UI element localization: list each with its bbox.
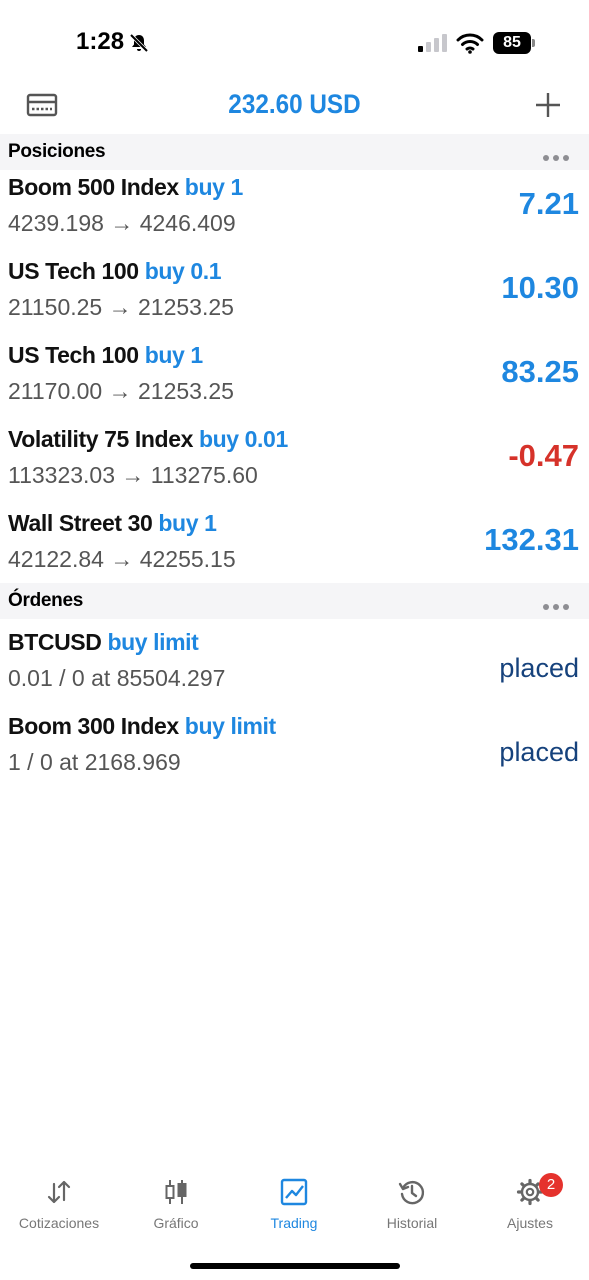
tab-grafico[interactable]: Gráfico [117, 1168, 235, 1238]
position-prices: 4239.198 → 4246.409 [8, 210, 236, 236]
order-details: 1 / 0 at 2168.969 [8, 749, 181, 775]
tab-ajustes[interactable]: 2 Ajustes [471, 1168, 589, 1238]
position-prices: 21170.00 → 21253.25 [8, 378, 234, 404]
home-indicator [190, 1263, 400, 1269]
history-clock-icon [398, 1181, 425, 1205]
position-action: buy 1 [184, 174, 243, 200]
tab-trading[interactable]: Trading [235, 1168, 353, 1238]
order-details: 0.01 / 0 at 85504.297 [8, 665, 226, 691]
top-toolbar: 232.60 USD [0, 80, 589, 132]
tab-historial[interactable]: Historial [353, 1168, 471, 1238]
order-status: placed [499, 653, 579, 683]
position-symbol: Volatility 75 Index [8, 426, 193, 452]
position-profit: 10.30 [501, 270, 579, 305]
order-symbol: BTCUSD [8, 629, 102, 655]
position-profit: -0.47 [508, 438, 579, 473]
position-prices: 42122.84 → 42255.15 [8, 546, 236, 572]
position-symbol: Boom 500 Index [8, 174, 179, 200]
position-symbol: Wall Street 30 [8, 510, 153, 536]
position-profit: 7.21 [518, 186, 579, 221]
position-action: buy 1 [158, 510, 217, 536]
order-status: placed [499, 737, 579, 767]
position-symbol: US Tech 100 [8, 342, 139, 368]
notification-badge: 2 [539, 1173, 563, 1197]
position-action: buy 0.01 [198, 426, 288, 452]
order-row[interactable]: BTCUSD buy limit 0.01 / 0 at 85504.297 pl… [0, 625, 589, 709]
order-row[interactable]: Boom 300 Index buy limit 1 / 0 at 2168.96… [0, 709, 589, 793]
account-balance: 232.60 USD [228, 89, 361, 119]
tab-label: Cotizaciones [18, 1215, 100, 1231]
status-bar: 1:28 85 [0, 0, 589, 80]
status-time: 1:28 [76, 28, 125, 55]
trading-chart-icon [280, 1178, 308, 1206]
battery-level: 85 [493, 32, 531, 54]
orders-title: Órdenes [8, 590, 83, 611]
position-profit: 132.31 [484, 522, 579, 557]
cellular-signal-icon [418, 34, 447, 52]
quotes-arrows-icon [47, 1180, 71, 1204]
order-action: buy limit [107, 629, 199, 655]
plus-icon[interactable] [534, 91, 562, 119]
position-profit: 83.25 [501, 354, 579, 389]
position-row[interactable]: US Tech 100 buy 1 21170.00 → 21253.25 83.… [0, 338, 589, 422]
more-dots-icon[interactable] [543, 597, 573, 610]
bell-muted-icon [129, 33, 149, 53]
battery-tip [532, 39, 535, 47]
position-prices: 113323.03 → 113275.60 [8, 462, 258, 488]
positions-title: Posiciones [8, 141, 106, 162]
tab-label: Ajustes [507, 1215, 553, 1231]
bottom-tab-bar: Cotizaciones Gráfico Trading Historial 2… [0, 1168, 589, 1238]
position-row[interactable]: US Tech 100 buy 0.1 21150.25 → 21253.25 1… [0, 254, 589, 338]
position-row[interactable]: Wall Street 30 buy 1 42122.84 → 42255.15 … [0, 506, 589, 590]
positions-header: Posiciones [0, 134, 589, 170]
position-action: buy 0.1 [144, 258, 222, 284]
position-symbol: US Tech 100 [8, 258, 139, 284]
position-prices: 21150.25 → 21253.25 [8, 294, 234, 320]
battery-indicator: 85 [493, 32, 537, 54]
tab-label: Trading [270, 1215, 318, 1231]
candlestick-chart-icon [165, 1180, 187, 1204]
tab-cotizaciones[interactable]: Cotizaciones [0, 1168, 118, 1238]
order-symbol: Boom 300 Index [8, 713, 179, 739]
position-row[interactable]: Boom 500 Index buy 1 4239.198 → 4246.409 … [0, 170, 589, 254]
position-action: buy 1 [144, 342, 203, 368]
order-action: buy limit [184, 713, 276, 739]
more-dots-icon[interactable] [543, 148, 573, 161]
tab-label: Historial [386, 1215, 438, 1231]
orders-header: Órdenes [0, 583, 589, 619]
tab-label: Gráfico [153, 1215, 199, 1231]
position-row[interactable]: Volatility 75 Index buy 0.01 113323.03 → … [0, 422, 589, 506]
wifi-icon [456, 33, 484, 54]
